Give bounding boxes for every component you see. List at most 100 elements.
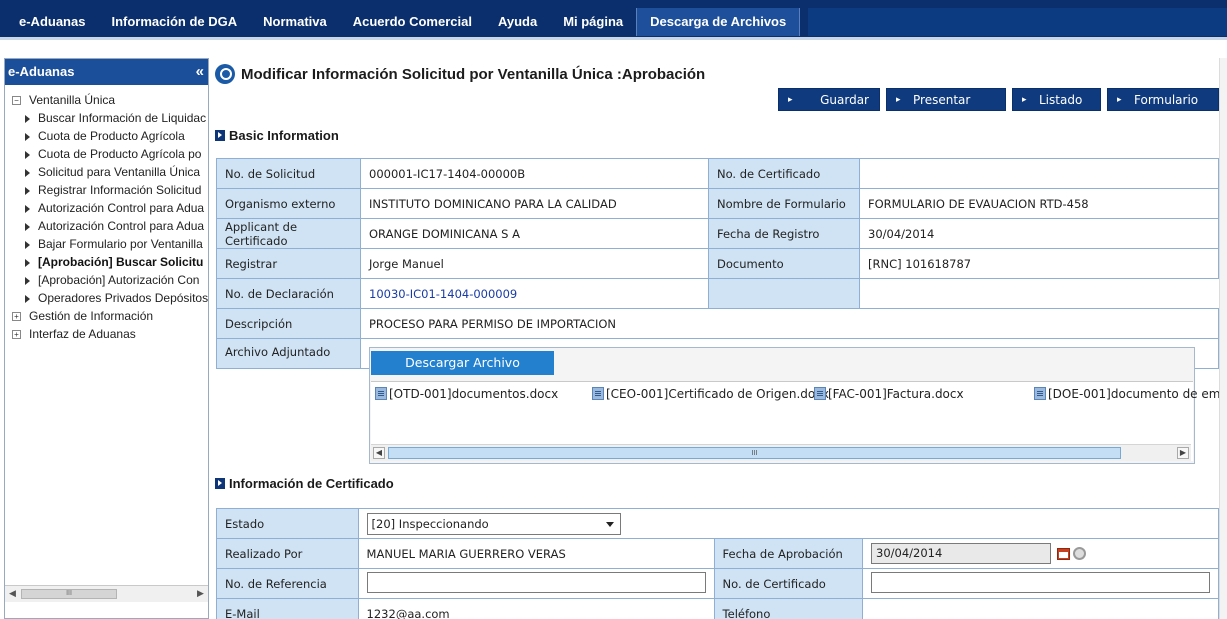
tree-group-interfaz-aduanas[interactable]: + Interfaz de Aduanas	[5, 325, 208, 343]
tree-item-aprobacion-buscar-selected[interactable]: [Aprobación] Buscar Solicitu	[5, 253, 208, 271]
scroll-left-icon[interactable]: ◀	[373, 447, 385, 459]
triangle-right-icon	[25, 132, 30, 141]
value-email: 1232@aa.com	[357, 598, 715, 619]
triangle-right-icon	[25, 258, 30, 267]
tree-node-label: Cuota de Producto Agrícola	[38, 129, 185, 143]
nav-item-ayuda[interactable]: Ayuda	[485, 8, 550, 36]
empty-value-cell	[859, 278, 1219, 309]
triangle-right-icon	[25, 240, 30, 249]
attachment-panel: Descargar Archivo [OTD-001]documentos.do…	[369, 347, 1227, 464]
value-organismo: INSTITUTO DOMINICANO PARA LA CALIDAD	[360, 188, 709, 219]
table-row: No. de Referencia No. de Certificado	[216, 568, 1219, 599]
scroll-thumb[interactable]: III	[21, 589, 117, 599]
file-name: [CEO-001]Certificado de Origen.docx	[606, 387, 829, 401]
sidebar: e-Aduanas « − Ventanilla Única Buscar Inf…	[4, 58, 209, 619]
page-title-text: Modificar Información Solicitud por Vent…	[241, 65, 706, 83]
section-marker-icon	[215, 478, 225, 489]
label-email: E-Mail	[216, 598, 359, 619]
tree-item-autorizacion-control-1[interactable]: Autorización Control para Adua	[5, 199, 208, 217]
label-realizado: Realizado Por	[216, 538, 359, 569]
sidebar-tree: − Ventanilla Única Buscar Información de …	[5, 85, 208, 343]
main-content: Modificar Información Solicitud por Vent…	[213, 58, 1227, 619]
value-documento: [RNC] 101618787	[859, 248, 1219, 279]
tree-node-label: [Aprobación] Buscar Solicitu	[38, 255, 204, 269]
file-item[interactable]: [CEO-001]Certificado de Origen.docx	[592, 387, 829, 401]
sidebar-title: e-Aduanas	[8, 64, 75, 79]
nav-item-acuerdo-comercial[interactable]: Acuerdo Comercial	[340, 8, 485, 36]
sidebar-horizontal-scrollbar[interactable]: ◀ III ▶	[5, 585, 208, 602]
calendar-icon[interactable]	[1057, 547, 1070, 560]
tree-group-gestion-informacion[interactable]: + Gestión de Información	[5, 307, 208, 325]
tree-item-registrar-solicitud[interactable]: Registrar Información Solicitud	[5, 181, 208, 199]
nav-item-e-aduanas[interactable]: e-Aduanas	[6, 8, 98, 36]
tree-item-cuota-agricola[interactable]: Cuota de Producto Agrícola	[5, 127, 208, 145]
table-row: E-Mail 1232@aa.com Teléfono	[216, 598, 1219, 619]
value-fecha-registro: 30/04/2014	[859, 218, 1219, 249]
fecha-aprobacion-field[interactable]: 30/04/2014	[871, 543, 1051, 564]
scroll-left-icon[interactable]: ◀	[6, 588, 19, 600]
label-estado: Estado	[216, 508, 359, 539]
file-list-scrollbar[interactable]: ◀ III ▶	[371, 444, 1191, 461]
page-title: Modificar Información Solicitud por Vent…	[215, 64, 705, 84]
download-file-button[interactable]: Descargar Archivo	[371, 351, 554, 375]
save-button[interactable]: Guardar	[778, 88, 880, 112]
tree-node-label: Buscar Información de Liquidac	[38, 111, 207, 125]
referencia-input[interactable]	[366, 571, 706, 593]
value-descripcion: PROCESO PARA PERMISO DE IMPORTACION	[360, 308, 1219, 339]
nav-menu: e-Aduanas Información de DGA Normativa A…	[6, 8, 801, 36]
tree-item-operadores-privados[interactable]: Operadores Privados Depósitos	[5, 289, 208, 307]
nav-item-normativa[interactable]: Normativa	[250, 8, 340, 36]
tree-node-label: [Aprobación] Autorización Con	[38, 273, 200, 287]
nav-item-mi-pagina[interactable]: Mi página	[550, 8, 636, 36]
tree-node-label: Registrar Información Solicitud	[38, 183, 202, 197]
sidebar-header: e-Aduanas «	[5, 59, 208, 85]
label-declaracion: No. de Declaración	[216, 278, 361, 309]
file-item[interactable]: [DOE-001]documento de emb	[1034, 387, 1227, 401]
table-row: Realizado Por MANUEL MARIA GUERRERO VERA…	[216, 538, 1219, 569]
value-realizado: MANUEL MARIA GUERRERO VERAS	[357, 538, 715, 569]
scroll-right-icon[interactable]: ▶	[1177, 447, 1189, 459]
page-vertical-scrollbar[interactable]	[1219, 58, 1227, 619]
tree-item-aprobacion-autorizacion[interactable]: [Aprobación] Autorización Con	[5, 271, 208, 289]
file-name: [OTD-001]documentos.docx	[389, 387, 559, 401]
collapse-sidebar-icon[interactable]: «	[196, 59, 204, 85]
tree-node-label: Ventanilla Única	[29, 93, 116, 107]
expand-icon[interactable]: +	[12, 330, 21, 340]
tree-item-cuota-agricola-po[interactable]: Cuota de Producto Agrícola po	[5, 145, 208, 163]
document-icon	[375, 387, 387, 400]
present-button[interactable]: Presentar	[886, 88, 1006, 112]
tree-item-bajar-formulario[interactable]: Bajar Formulario por Ventanilla	[5, 235, 208, 253]
scroll-right-icon[interactable]: ▶	[194, 588, 207, 600]
file-item[interactable]: [FAC-001]Factura.docx	[814, 387, 964, 401]
tree-node-label: Interfaz de Aduanas	[29, 327, 136, 341]
no-certificado-input[interactable]	[871, 571, 1210, 593]
document-icon	[814, 387, 826, 400]
tree-item-autorizacion-control-2[interactable]: Autorización Control para Adua	[5, 217, 208, 235]
triangle-right-icon	[25, 222, 30, 231]
collapse-icon[interactable]: −	[12, 96, 21, 106]
scroll-thumb[interactable]: III	[388, 447, 1121, 459]
nav-item-informacion-dga[interactable]: Información de DGA	[98, 8, 250, 36]
label-formulario: Nombre de Formulario	[708, 188, 860, 219]
tree-node-label: Gestión de Información	[29, 309, 154, 323]
triangle-right-icon	[25, 186, 30, 195]
tree-item-solicitud-ventanilla[interactable]: Solicitud para Ventanilla Única	[5, 163, 208, 181]
tree-group-ventanilla-unica[interactable]: − Ventanilla Única	[5, 91, 208, 109]
nav-item-descarga-archivos[interactable]: Descarga de Archivos	[636, 8, 801, 36]
triangle-right-icon	[25, 294, 30, 303]
referencia-cell	[357, 568, 715, 599]
estado-selected-value: [20] Inspeccionando	[371, 516, 489, 531]
pdf-form-button[interactable]: Formulario PDF	[1107, 88, 1219, 130]
label-documento: Documento	[708, 248, 860, 279]
declaracion-link[interactable]: 10030-IC01-1404-000009	[360, 278, 709, 309]
label-referencia: No. de Referencia	[216, 568, 359, 599]
action-toolbar: Guardar Presentar Listado Formulario PDF	[772, 88, 1219, 130]
clock-icon[interactable]	[1073, 547, 1086, 560]
expand-icon[interactable]: +	[12, 312, 21, 322]
label-cert-no-certificado: No. de Certificado	[713, 568, 864, 599]
estado-select[interactable]: [20] Inspeccionando	[366, 512, 621, 535]
list-button[interactable]: Listado	[1012, 88, 1101, 112]
label-descripcion: Descripción	[216, 308, 361, 339]
file-item[interactable]: [OTD-001]documentos.docx	[375, 387, 558, 401]
tree-item-buscar-liquidacion[interactable]: Buscar Información de Liquidac	[5, 109, 208, 127]
